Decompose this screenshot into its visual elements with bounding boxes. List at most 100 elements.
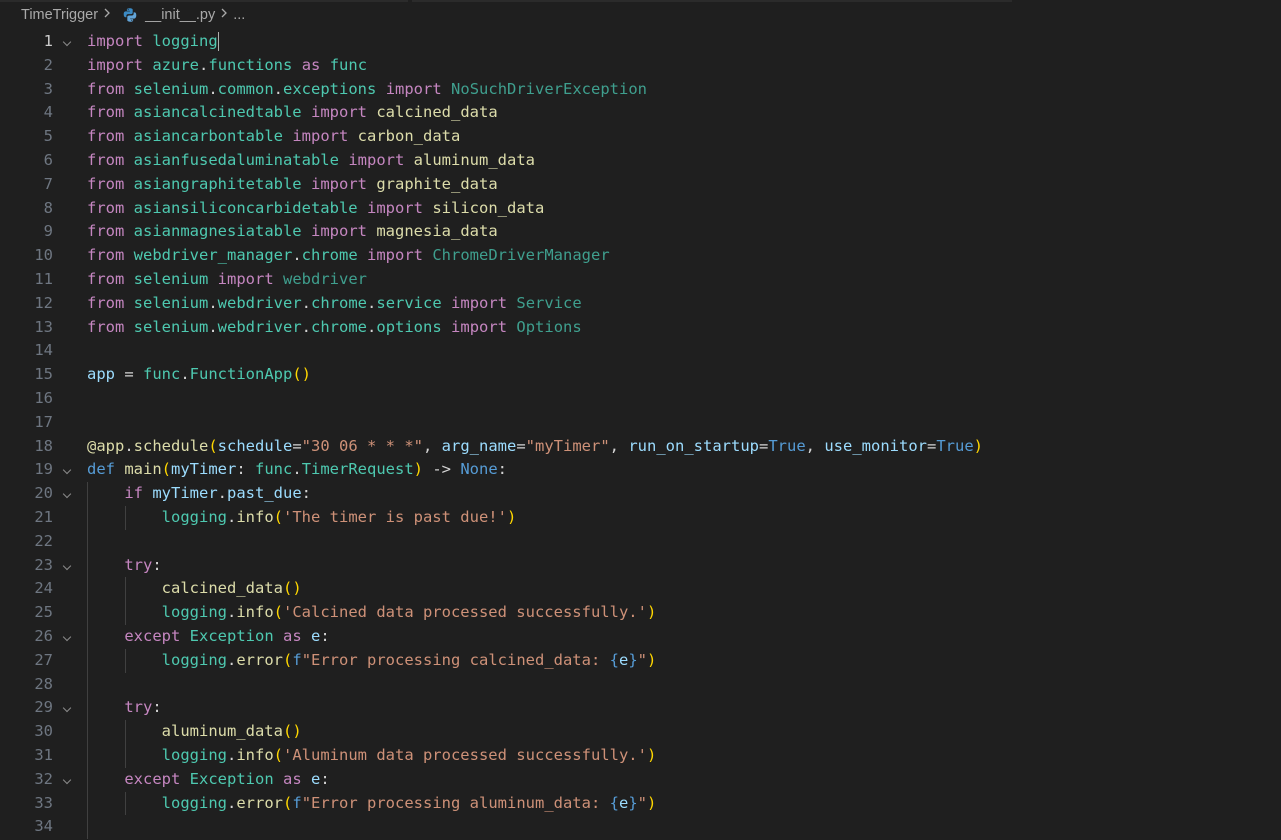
code-token: import <box>451 317 508 336</box>
chevron-down-icon[interactable] <box>62 775 72 784</box>
code-token: "30 06 * * *" <box>301 436 423 455</box>
code-line[interactable]: 15 app = func.FunctionApp() <box>0 363 1281 387</box>
code-line[interactable]: 8 from asiansiliconcarbidetable import si… <box>0 197 1281 221</box>
code-line[interactable]: 32 except Exception as e: <box>0 767 1281 792</box>
code-line[interactable]: 10 from webdriver_manager.chrome import C… <box>0 244 1281 268</box>
code-token: , <box>609 436 629 455</box>
code-line[interactable]: 27 logging.error(f"Error processing calc… <box>0 648 1281 673</box>
code-line[interactable]: 4 from asiancalcinedtable import calcined… <box>0 101 1281 125</box>
code-line[interactable]: 5 from asiancarbontable import carbon_dat… <box>0 125 1281 149</box>
code-token: selenium <box>133 293 209 312</box>
line-content: import logging <box>87 30 220 54</box>
code-line[interactable]: 6 from asianfusedaluminatable import alum… <box>0 149 1281 173</box>
code-line[interactable]: 11 from selenium import webdriver <box>0 268 1281 292</box>
line-content: logging.info('The timer is past due!') <box>87 506 517 530</box>
breadcrumb-folder[interactable]: TimeTrigger <box>21 7 98 23</box>
chevron-down-icon[interactable] <box>62 489 72 499</box>
line-number: 24 <box>34 579 53 598</box>
code-line[interactable]: 17 <box>0 411 1281 435</box>
code-token: import <box>367 246 423 265</box>
code-line[interactable]: 21 logging.info('The timer is past due!'… <box>0 505 1281 530</box>
code-line[interactable]: 16 <box>0 387 1281 411</box>
code-token: = <box>292 436 302 455</box>
code-line[interactable]: 33 logging.error(f"Error processing alum… <box>0 791 1281 816</box>
line-content: try: <box>87 696 161 720</box>
code-token: ( <box>208 436 218 455</box>
code-token: f <box>292 650 302 669</box>
code-token: aluminum_data <box>413 150 535 169</box>
code-line[interactable]: 7 from asiangraphitetable import graphite… <box>0 173 1281 197</box>
code-token: , <box>423 436 442 455</box>
code-line[interactable]: 9 from asianmagnesiatable import magnesia… <box>0 220 1281 244</box>
code-token: . <box>226 507 237 526</box>
code-line[interactable]: 1 import logging <box>0 30 1281 54</box>
code-token: import <box>348 150 405 169</box>
chevron-down-icon[interactable] <box>62 561 72 570</box>
code-line[interactable]: 19 def main(myTimer: func.TimerRequest) -… <box>0 458 1281 482</box>
code-line[interactable]: 25 logging.info('Calcined data processed… <box>0 601 1281 625</box>
code-token: "Error processing aluminum_data: <box>301 793 610 812</box>
code-line[interactable]: 13 from selenium.webdriver.chrome.options… <box>0 316 1281 340</box>
line-number: 20 <box>34 484 53 503</box>
code-token: . <box>301 317 312 336</box>
code-token: import <box>451 293 508 312</box>
code-line[interactable]: 29 try: <box>0 696 1281 721</box>
code-line[interactable]: 22 <box>0 529 1281 554</box>
chevron-down-icon[interactable] <box>62 704 72 713</box>
code-token: () <box>282 722 302 741</box>
code-line[interactable]: 12 from selenium.webdriver.chrome.service… <box>0 292 1281 316</box>
code-token: from <box>87 174 125 193</box>
code-line[interactable]: 30 aluminum_data() <box>0 720 1281 744</box>
code-token: ( <box>273 507 283 526</box>
line-number: 13 <box>34 317 53 336</box>
code-line[interactable]: 2 import azure.functions as func <box>0 54 1281 78</box>
chevron-down-icon[interactable] <box>62 37 72 47</box>
code-token: calcined_data <box>376 103 498 122</box>
line-content: from asiangraphitetable import graphite_… <box>87 173 498 197</box>
breadcrumb-file[interactable]: __init__.py <box>145 7 215 23</box>
code-line[interactable]: 20 if myTimer.past_due: <box>0 482 1281 506</box>
code-token: TimerRequest <box>301 460 414 479</box>
line-number: 11 <box>34 269 53 288</box>
code-token: e <box>311 626 321 645</box>
code-line[interactable]: 28 <box>0 672 1281 697</box>
code-token: exceptions <box>283 79 377 98</box>
line-content: def main(myTimer: func.TimerRequest) -> … <box>87 458 507 482</box>
line-content: from asiancarbontable import carbon_data <box>87 125 460 149</box>
chevron-down-icon[interactable] <box>62 466 72 475</box>
code-line[interactable]: 3 from selenium.common.exceptions import … <box>0 78 1281 102</box>
code-line[interactable]: 26 except Exception as e: <box>0 624 1281 649</box>
chevron-down-icon[interactable] <box>62 632 72 642</box>
code-token: from <box>87 198 125 217</box>
line-content: from selenium.common.exceptions import N… <box>87 78 647 102</box>
code-area[interactable]: 1 import logging 2 import azure.functions a… <box>0 30 1281 840</box>
breadcrumb-more[interactable]: ... <box>233 7 245 23</box>
code-token: Exception <box>189 626 274 645</box>
code-token: error <box>236 650 283 669</box>
code-token: webdriver <box>283 269 368 288</box>
code-line[interactable]: 24 calcined_data() <box>0 577 1281 602</box>
code-line[interactable]: 34 <box>0 815 1281 840</box>
code-line[interactable]: 14 <box>0 339 1281 363</box>
indent-guide <box>87 672 88 697</box>
line-number: 4 <box>43 103 53 122</box>
code-line[interactable]: 23 try: <box>0 553 1281 578</box>
line-content: from asianfusedaluminatable import alumi… <box>87 149 535 173</box>
code-token: { <box>609 650 619 669</box>
code-token: chrome <box>301 246 358 265</box>
code-line[interactable]: 31 logging.info('Aluminum data processed… <box>0 743 1281 768</box>
code-token: ( <box>273 603 283 622</box>
code-token: import <box>87 55 143 74</box>
code-line[interactable]: 18 @app.schedule(schedule="30 06 * * *", … <box>0 435 1281 459</box>
code-editor[interactable]: TimeTrigger __init__.py ... 1 import logg… <box>0 0 1281 840</box>
